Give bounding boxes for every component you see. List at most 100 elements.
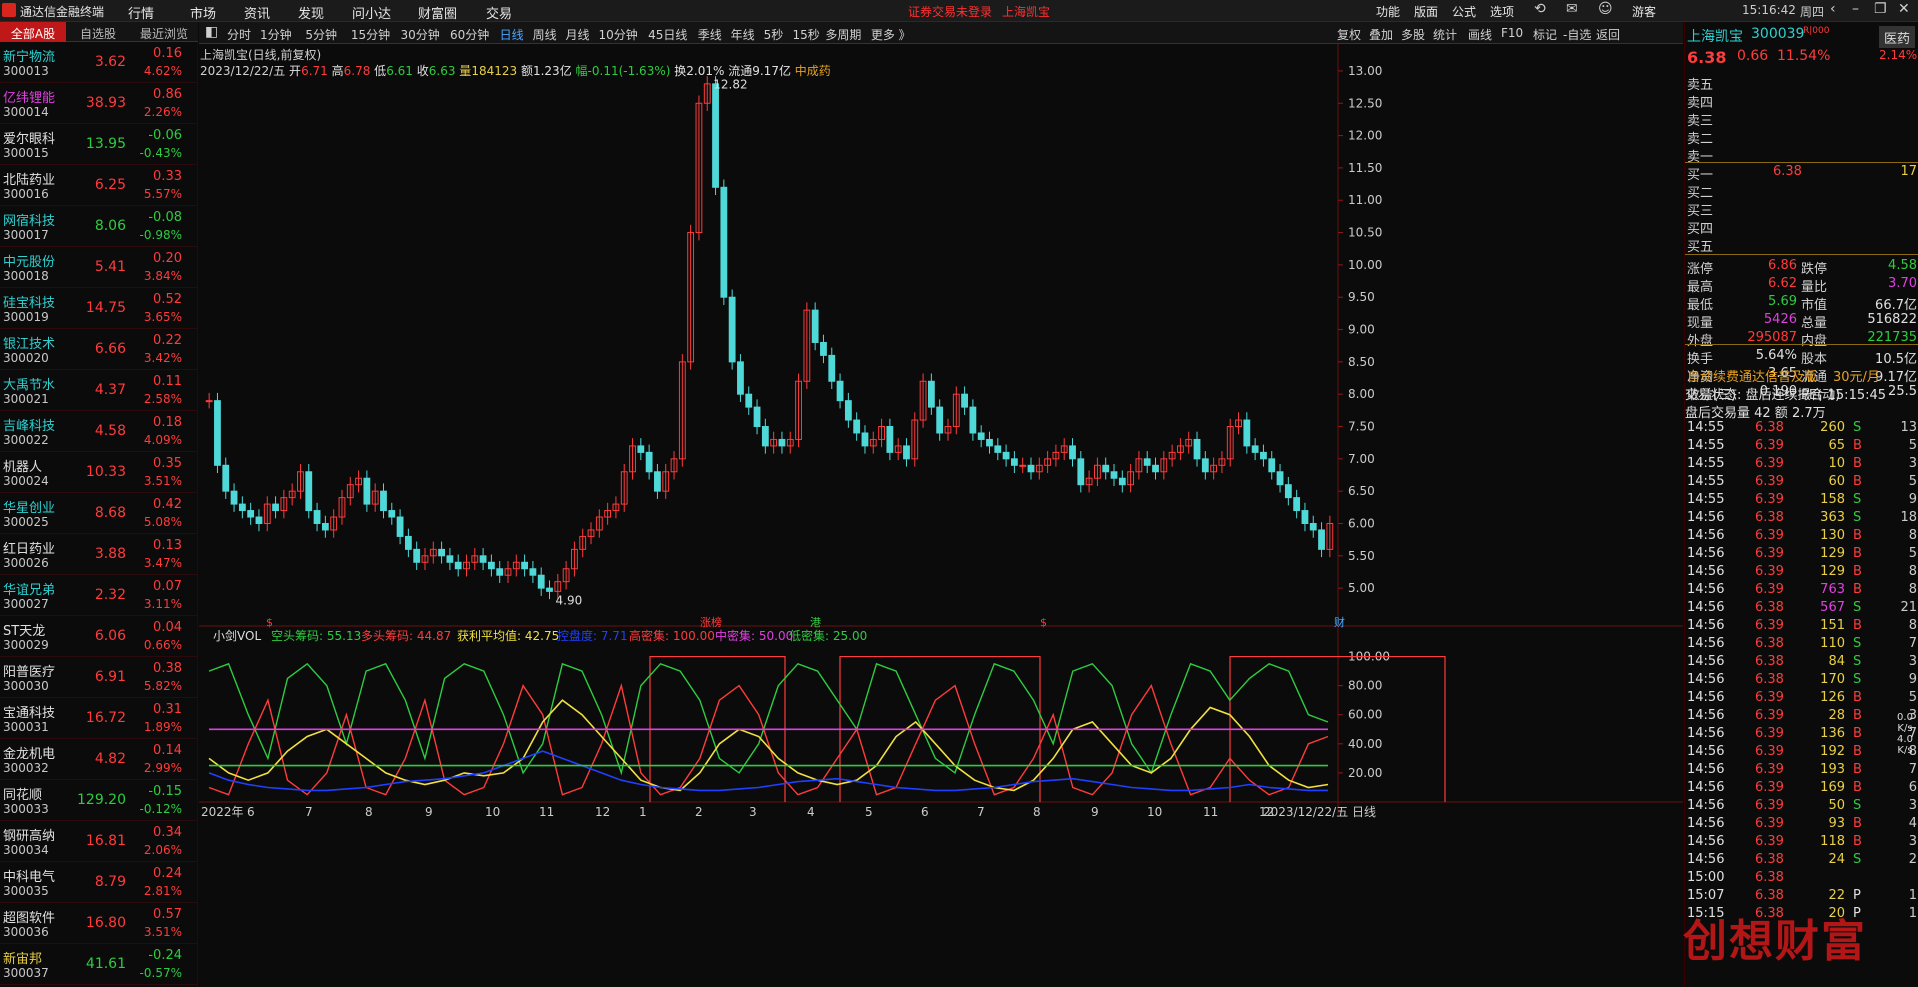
period-tab[interactable]: 周线 bbox=[533, 26, 557, 43]
back-icon[interactable]: ‹ bbox=[1830, 1, 1836, 17]
chart-tool[interactable]: 统计 bbox=[1433, 26, 1457, 43]
stock-row[interactable]: ST天龙 300029 6.06 0.04 0.66% bbox=[0, 616, 198, 657]
chart-tool[interactable]: -自选 bbox=[1563, 26, 1591, 43]
period-tab[interactable]: 45日线 bbox=[648, 26, 687, 43]
tick-side: S bbox=[1853, 852, 1862, 867]
promo-text[interactable]: 自动续费通达信普及版 bbox=[1687, 366, 1817, 385]
menu-ask[interactable]: 问小达 bbox=[352, 3, 391, 22]
period-label[interactable]: 日线 bbox=[1352, 805, 1376, 819]
user-label[interactable]: 游客 bbox=[1632, 3, 1656, 20]
tick-count: 1 bbox=[1908, 888, 1917, 903]
menu-community[interactable]: 财富圈 bbox=[418, 3, 457, 22]
period-tab[interactable]: 年线 bbox=[731, 26, 755, 43]
price-tick-label: 11.50 bbox=[1348, 161, 1382, 175]
period-tab[interactable]: 5秒 bbox=[764, 26, 784, 43]
period-tab[interactable]: 1分钟 bbox=[260, 26, 292, 43]
period-tab[interactable]: 15秒 bbox=[792, 26, 819, 43]
menu-discover[interactable]: 发现 bbox=[298, 3, 324, 22]
menu-quotes[interactable]: 行情 bbox=[128, 3, 154, 22]
menu-formula[interactable]: 公式 bbox=[1452, 3, 1476, 20]
menu-function[interactable]: 功能 bbox=[1376, 3, 1400, 20]
period-tab[interactable]: 分时 bbox=[227, 26, 251, 43]
stock-row[interactable]: 亿纬锂能 300014 38.93 0.86 2.26% bbox=[0, 83, 198, 124]
menu-options[interactable]: 选项 bbox=[1490, 3, 1514, 20]
chart-tool[interactable]: 复权 bbox=[1337, 26, 1361, 43]
tick-volume: 567 bbox=[1820, 600, 1845, 615]
tab-watchlist[interactable]: 自选股 bbox=[80, 25, 116, 42]
stock-row[interactable]: 中元股份 300018 5.41 0.20 3.84% bbox=[0, 247, 198, 288]
stock-row[interactable]: 华星创业 300025 8.68 0.42 5.08% bbox=[0, 493, 198, 534]
stock-row[interactable]: 硅宝科技 300019 14.75 0.52 3.65% bbox=[0, 288, 198, 329]
chart-tool[interactable]: 标记 bbox=[1533, 26, 1557, 43]
period-tab[interactable]: 多周期 bbox=[825, 26, 861, 43]
period-tab[interactable]: 5分钟 bbox=[305, 26, 337, 43]
stock-row[interactable]: 宝通科技 300031 16.72 0.31 1.89% bbox=[0, 698, 198, 739]
stock-row[interactable]: 吉峰科技 300022 4.58 0.18 4.09% bbox=[0, 411, 198, 452]
menu-trade[interactable]: 交易 bbox=[486, 3, 512, 22]
close-icon[interactable]: ✕ bbox=[1898, 1, 1910, 17]
stock-row[interactable]: 中科电气 300035 8.79 0.24 2.81% bbox=[0, 862, 198, 903]
login-warning[interactable]: 证券交易未登录 bbox=[908, 3, 992, 20]
indicator-name[interactable]: 小剑VOL bbox=[213, 628, 261, 643]
chart-area[interactable]: 13.00 12.50 12.00 11.50 11.00 10.50 10.00 9.50 9… bbox=[199, 44, 1683, 987]
sector-label[interactable]: 中成药 bbox=[795, 64, 831, 78]
stock-name: 北陆药业 bbox=[3, 173, 56, 188]
stock-row[interactable]: 爱尔眼科 300015 13.95 -0.06 -0.43% bbox=[0, 124, 198, 165]
quote-sector-badge[interactable]: 医药 bbox=[1879, 26, 1915, 48]
stock-row[interactable]: 红日药业 300026 3.88 0.13 3.47% bbox=[0, 534, 198, 575]
stock-row[interactable]: 网宿科技 300017 8.06 -0.08 -0.98% bbox=[0, 206, 198, 247]
chart-tool[interactable]: 叠加 bbox=[1369, 26, 1393, 43]
chart-tool[interactable]: F10 bbox=[1501, 26, 1523, 40]
period-tab[interactable]: 日线 bbox=[500, 26, 524, 43]
stock-row[interactable]: 新宁物流 300013 3.62 0.16 4.62% bbox=[0, 42, 198, 83]
menu-market[interactable]: 市场 bbox=[190, 3, 216, 22]
chart-tool[interactable]: 多股 bbox=[1401, 26, 1425, 43]
stock-row[interactable]: 新宙邦 300037 41.61 -0.24 -0.57% bbox=[0, 944, 198, 985]
stock-row[interactable]: 同花顺 300033 129.20 -0.15 -0.12% bbox=[0, 780, 198, 821]
chart-tool[interactable]: 画线 bbox=[1468, 26, 1492, 43]
promo-price[interactable]: 30元/月 bbox=[1833, 366, 1880, 385]
sidebar-toggle-icon[interactable]: ◧ bbox=[205, 24, 218, 40]
warning-stock[interactable]: 上海凯宝 bbox=[1002, 3, 1050, 20]
stock-code: 300033 bbox=[3, 802, 49, 816]
tick-count: 3 bbox=[1908, 834, 1917, 849]
menu-news[interactable]: 资讯 bbox=[244, 3, 270, 22]
tab-all-a-shares[interactable]: 全部A股 bbox=[0, 22, 66, 42]
event-marker[interactable]: $ bbox=[266, 616, 273, 629]
period-tab[interactable]: 10分钟 bbox=[599, 26, 638, 43]
period-tab[interactable]: 60分钟 bbox=[450, 26, 489, 43]
period-tab[interactable]: 更多 》 bbox=[871, 26, 911, 43]
period-tab[interactable]: 15分钟 bbox=[351, 26, 390, 43]
stock-row[interactable]: 钢研高纳 300034 16.81 0.34 2.06% bbox=[0, 821, 198, 862]
stock-row[interactable]: 银江技术 300020 6.66 0.22 3.42% bbox=[0, 329, 198, 370]
chat-icon[interactable]: ✉ bbox=[1566, 1, 1578, 17]
tick-count: 8 bbox=[1908, 618, 1917, 633]
tick-count: 3 bbox=[1908, 798, 1917, 813]
stock-row[interactable]: 华谊兄弟 300027 2.32 0.07 3.11% bbox=[0, 575, 198, 616]
stock-row[interactable]: 金龙机电 300032 4.82 0.14 2.99% bbox=[0, 739, 198, 780]
stock-row[interactable]: 阳普医疗 300030 6.91 0.38 5.82% bbox=[0, 657, 198, 698]
tab-recent[interactable]: 最近浏览 bbox=[140, 25, 188, 42]
tick-side: B bbox=[1853, 708, 1862, 723]
event-marker[interactable]: 涨榜 bbox=[700, 615, 722, 629]
stock-percent: 2.81% bbox=[143, 884, 182, 898]
candle bbox=[529, 560, 537, 583]
minimize-icon[interactable]: – bbox=[1852, 1, 1859, 17]
candle bbox=[952, 386, 960, 435]
event-marker[interactable]: 财 bbox=[1334, 615, 1345, 629]
period-tab[interactable]: 30分钟 bbox=[400, 26, 439, 43]
menu-layout[interactable]: 版面 bbox=[1414, 3, 1438, 20]
stock-row[interactable]: 北陆药业 300016 6.25 0.33 5.57% bbox=[0, 165, 198, 206]
chart-tool[interactable]: 返回 bbox=[1596, 26, 1620, 43]
maximize-icon[interactable]: ❐ bbox=[1874, 1, 1887, 17]
stock-row[interactable]: 超图软件 300036 16.80 0.57 3.51% bbox=[0, 903, 198, 944]
event-marker[interactable]: $ bbox=[1040, 616, 1047, 629]
stock-row[interactable]: 机器人 300024 10.33 0.35 3.51% bbox=[0, 452, 198, 493]
stock-row[interactable]: 大禹节水 300021 4.37 0.11 2.58% bbox=[0, 370, 198, 411]
promo-banner[interactable]: 自动续费通达信普及版 30元/月 bbox=[1685, 366, 1918, 385]
event-marker[interactable]: 港 bbox=[810, 616, 821, 629]
user-icon[interactable]: ☺ bbox=[1598, 1, 1613, 17]
period-tab[interactable]: 季线 bbox=[698, 26, 722, 43]
refresh-icon[interactable]: ⟲ bbox=[1534, 1, 1546, 17]
period-tab[interactable]: 月线 bbox=[566, 26, 590, 43]
